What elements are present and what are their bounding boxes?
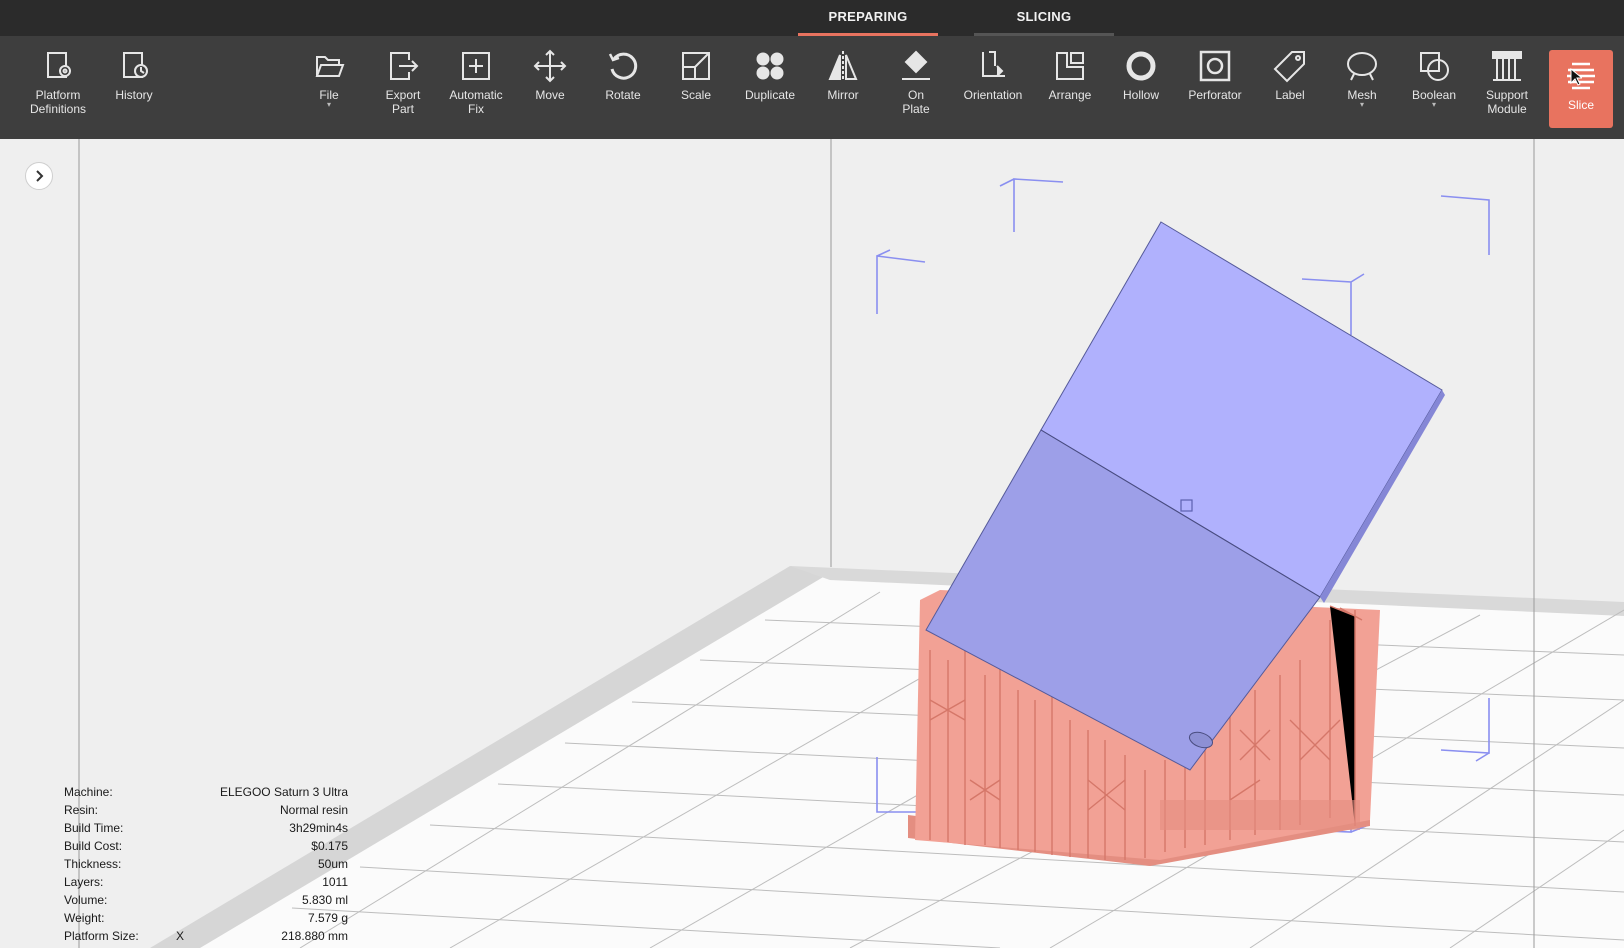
rotate-icon — [608, 52, 638, 80]
on-plate-button[interactable]: On Plate — [883, 48, 949, 128]
info-row-build-cost: Build Cost: $0.175 — [64, 837, 348, 855]
info-row-machine: Machine: ELEGOO Saturn 3 Ultra — [64, 783, 348, 801]
info-value: 218.880 mm — [281, 929, 348, 943]
mirror-label: Mirror — [827, 88, 859, 102]
boolean-icon — [1420, 52, 1449, 81]
chevron-down-icon: ▾ — [1431, 100, 1436, 109]
orientation-button[interactable]: Orientation — [960, 48, 1026, 128]
move-label: Move — [535, 88, 565, 102]
info-value: 50um — [317, 857, 348, 871]
slice-button[interactable]: Slice — [1549, 50, 1613, 128]
chevron-down-icon: ▾ — [326, 100, 331, 109]
info-label: Thickness: — [64, 857, 122, 871]
info-value: Normal resin — [279, 803, 348, 817]
tab-preparing[interactable]: PREPARING — [798, 0, 938, 36]
platform-gear-icon — [47, 52, 71, 78]
move-button[interactable]: Move — [517, 48, 583, 128]
perforator-icon — [1199, 50, 1231, 82]
label-button[interactable]: Label — [1257, 48, 1323, 128]
build-plate-floor — [170, 567, 1624, 948]
expand-panel-button[interactable] — [25, 162, 53, 190]
info-label: Volume: — [64, 893, 108, 907]
info-row-volume: Volume: 5.830 ml — [64, 891, 348, 909]
toolbar: Platform Definitions History File ▾ Expo… — [0, 36, 1624, 139]
rotate-label: Rotate — [605, 88, 641, 102]
export-part-button[interactable]: Export Part — [370, 48, 436, 128]
orientation-label: Orientation — [963, 88, 1023, 102]
perforator-button[interactable]: Perforator — [1182, 48, 1248, 128]
info-label: Weight: — [64, 911, 105, 925]
folder-icon — [315, 56, 345, 77]
arrange-button[interactable]: Arrange — [1037, 48, 1103, 128]
info-label: Resin: — [64, 803, 99, 817]
info-label: Machine: — [64, 785, 113, 799]
export-icon — [390, 52, 419, 80]
history-label: History — [115, 88, 153, 102]
rotate-button[interactable]: Rotate — [590, 48, 656, 128]
mode-bar: PREPARING SLICING — [0, 0, 1624, 36]
on-plate-icon — [902, 50, 930, 80]
automatic-fix-button[interactable]: Automatic Fix — [443, 48, 509, 128]
3d-viewport[interactable]: Machine: ELEGOO Saturn 3 Ultra Resin: Norm… — [0, 139, 1624, 948]
automatic-fix-label: Automatic Fix — [449, 88, 503, 116]
perforator-label: Perforator — [1188, 88, 1242, 102]
duplicate-label: Duplicate — [744, 88, 796, 102]
info-row-thickness: Thickness: 50um — [64, 855, 348, 873]
history-icon — [123, 52, 148, 78]
arrange-icon — [1056, 52, 1084, 80]
info-label: Build Time: — [64, 821, 124, 835]
duplicate-dots-icon — [756, 52, 784, 80]
duplicate-button[interactable]: Duplicate — [737, 48, 803, 128]
file-button[interactable]: File ▾ — [296, 48, 362, 128]
info-value: $0.175 — [311, 839, 348, 853]
support-icon — [1492, 51, 1522, 81]
info-value: 7.579 g — [307, 911, 348, 925]
scale-button[interactable]: Scale — [663, 48, 729, 128]
tag-icon — [1273, 51, 1305, 83]
export-part-label: Export Part — [385, 88, 421, 116]
mouse-cursor-icon — [1570, 68, 1582, 86]
label-label: Label — [1275, 88, 1305, 102]
mirror-icon — [828, 51, 858, 81]
info-row-build-time: Build Time: 3h29min4s — [64, 819, 348, 837]
scale-label: Scale — [680, 88, 712, 102]
chevron-right-icon — [36, 170, 44, 182]
hollow-label: Hollow — [1122, 88, 1159, 102]
info-value: ELEGOO Saturn 3 Ultra — [219, 785, 348, 799]
slice-label: Slice — [1567, 98, 1594, 112]
move-arrows-icon — [533, 49, 567, 83]
info-row-resin: Resin: Normal resin — [64, 801, 348, 819]
scale-icon — [682, 52, 710, 80]
hollow-ring-icon — [1126, 51, 1156, 81]
mesh-icon — [1347, 52, 1377, 81]
support-module-button[interactable]: Support Module — [1474, 48, 1540, 128]
info-label: Build Cost: — [64, 839, 123, 853]
info-value: 1011 — [322, 875, 348, 889]
axis-label: X — [176, 929, 185, 943]
mesh-button[interactable]: Mesh ▾ — [1329, 48, 1395, 128]
info-value: 5.830 ml — [301, 893, 348, 907]
history-button[interactable]: History — [101, 48, 167, 128]
platform-definitions-button[interactable]: Platform Definitions — [25, 48, 91, 128]
support-module-label: Support Module — [1485, 88, 1529, 116]
arrange-label: Arrange — [1048, 88, 1092, 102]
info-row-weight: Weight: 7.579 g — [64, 909, 348, 927]
mirror-button[interactable]: Mirror — [810, 48, 876, 128]
info-row-platform-size: Platform Size: X 218.880 mm — [64, 927, 348, 945]
info-label: Platform Size: — [64, 929, 139, 943]
info-row-layers: Layers: 1011 — [64, 873, 348, 891]
on-plate-label: On Plate — [902, 88, 930, 116]
plus-box-icon — [462, 52, 490, 80]
tab-slicing[interactable]: SLICING — [974, 0, 1114, 36]
hollow-button[interactable]: Hollow — [1108, 48, 1174, 128]
platform-definitions-label: Platform Definitions — [29, 88, 87, 116]
orientation-icon — [982, 51, 1005, 77]
info-value: 3h29min4s — [289, 821, 348, 835]
chevron-down-icon: ▾ — [1359, 100, 1364, 109]
info-label: Layers: — [64, 875, 104, 889]
boolean-button[interactable]: Boolean ▾ — [1401, 48, 1467, 128]
model-info-panel: Machine: ELEGOO Saturn 3 Ultra Resin: Norm… — [64, 783, 348, 945]
